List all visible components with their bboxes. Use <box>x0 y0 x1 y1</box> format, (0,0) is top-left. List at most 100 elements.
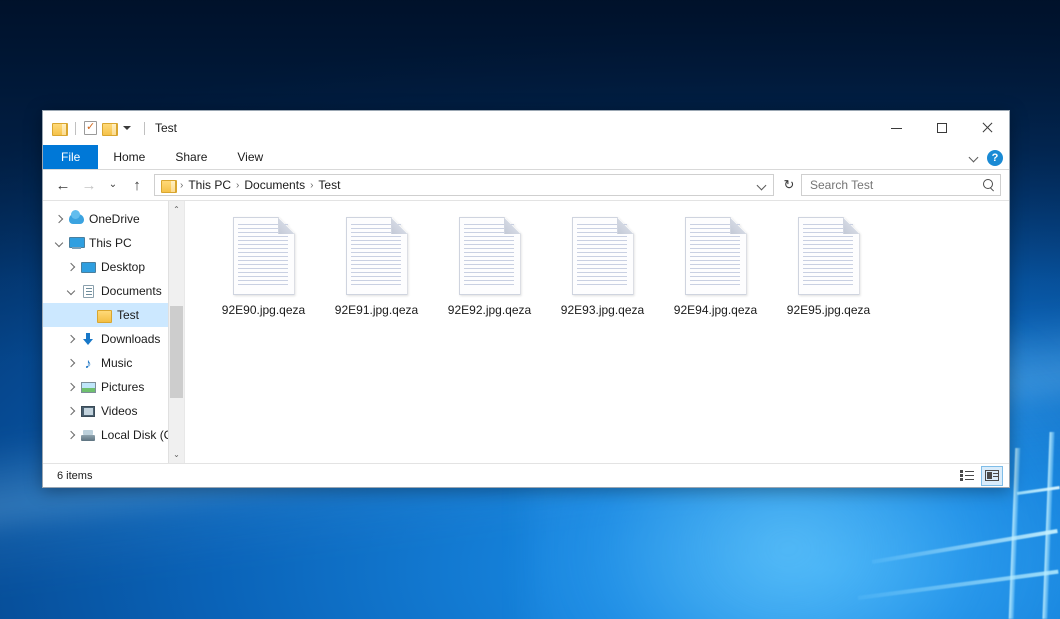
music-icon: ♪ <box>79 356 97 370</box>
tab-home[interactable]: Home <box>98 145 160 169</box>
large-icons-view-button[interactable] <box>981 466 1003 486</box>
tab-view[interactable]: View <box>222 145 278 169</box>
large-icons-icon <box>985 470 999 481</box>
window-body: OneDrive This PC Desktop Documents <box>43 200 1009 463</box>
chevron-down-icon[interactable] <box>970 153 979 162</box>
refresh-button[interactable]: ↻ <box>779 174 799 196</box>
chevron-right-icon[interactable] <box>63 408 79 414</box>
sidebar-item-onedrive[interactable]: OneDrive <box>43 207 184 231</box>
search-box[interactable] <box>801 174 1001 196</box>
scroll-up-icon[interactable]: ⌃ <box>169 201 185 218</box>
tab-file[interactable]: File <box>43 145 98 169</box>
generic-document-icon <box>798 217 860 295</box>
window-title: Test <box>155 121 177 135</box>
address-bar-row: ← → ⌄ ↑ › This PC › Documents › Test ↻ <box>43 170 1009 200</box>
tab-share[interactable]: Share <box>160 145 222 169</box>
desktop-background: Test File Home Share View ? ← → ⌄ ↑ <box>0 0 1060 619</box>
sidebar-item-desktop[interactable]: Desktop <box>43 255 184 279</box>
title-bar: Test <box>43 111 1009 145</box>
divider <box>75 122 76 135</box>
scrollbar-thumb[interactable] <box>170 306 183 398</box>
sidebar-item-label: Documents <box>101 284 162 298</box>
sidebar-item-test[interactable]: Test <box>43 303 184 327</box>
breadcrumb-item-documents[interactable]: Documents <box>240 178 309 192</box>
list-item[interactable]: 92E91.jpg.qeza <box>320 215 433 318</box>
sidebar-item-pictures[interactable]: Pictures <box>43 375 184 399</box>
list-item[interactable]: 92E93.jpg.qeza <box>546 215 659 318</box>
sidebar-item-documents[interactable]: Documents <box>43 279 184 303</box>
breadcrumb-item-test[interactable]: Test <box>314 178 344 192</box>
sidebar-item-label: Videos <box>101 404 137 418</box>
item-count-label: 6 items <box>57 470 92 482</box>
navigation-pane: OneDrive This PC Desktop Documents <box>43 201 185 463</box>
minimize-icon <box>891 128 902 129</box>
chevron-right-icon[interactable] <box>63 264 79 270</box>
status-bar: 6 items <box>43 463 1009 487</box>
file-name-label: 92E93.jpg.qeza <box>558 302 647 318</box>
forward-button[interactable]: → <box>77 173 101 197</box>
search-input[interactable] <box>810 178 983 192</box>
generic-document-icon <box>572 217 634 295</box>
sidebar-item-this-pc[interactable]: This PC <box>43 231 184 255</box>
minimize-button[interactable] <box>874 111 919 145</box>
details-view-button[interactable] <box>956 466 978 486</box>
maximize-icon <box>937 123 947 133</box>
close-button[interactable] <box>964 111 1009 145</box>
new-folder-icon[interactable] <box>102 122 117 135</box>
navigation-scrollbar[interactable]: ⌃ ⌄ <box>168 201 184 463</box>
sidebar-item-label: OneDrive <box>89 212 140 226</box>
back-button[interactable]: ← <box>51 173 75 197</box>
sidebar-item-music[interactable]: ♪ Music <box>43 351 184 375</box>
list-item[interactable]: 92E95.jpg.qeza <box>772 215 885 318</box>
breadcrumb-item-this-pc[interactable]: This PC <box>184 178 235 192</box>
list-item[interactable]: 92E94.jpg.qeza <box>659 215 772 318</box>
recent-locations-button[interactable]: ⌄ <box>103 173 123 197</box>
generic-document-icon <box>685 217 747 295</box>
scroll-down-icon[interactable]: ⌄ <box>169 446 185 463</box>
chevron-right-icon[interactable] <box>51 216 67 222</box>
file-list-view[interactable]: 92E90.jpg.qeza 92E91.jpg.qeza 92E92.jpg.… <box>185 201 1009 463</box>
address-bar[interactable]: › This PC › Documents › Test <box>154 174 774 196</box>
videos-icon <box>79 406 97 417</box>
maximize-button[interactable] <box>919 111 964 145</box>
computer-icon <box>67 237 85 249</box>
scrollbar-track[interactable] <box>169 218 185 446</box>
chevron-right-icon[interactable] <box>63 336 79 342</box>
list-item[interactable]: 92E90.jpg.qeza <box>207 215 320 318</box>
ribbon-tabs: File Home Share View ? <box>43 145 1009 170</box>
chevron-right-icon[interactable] <box>63 432 79 438</box>
file-name-label: 92E92.jpg.qeza <box>445 302 534 318</box>
chevron-down-icon[interactable] <box>63 288 79 294</box>
up-button[interactable]: ↑ <box>125 173 149 197</box>
folder-icon[interactable] <box>52 122 67 135</box>
chevron-down-icon[interactable] <box>51 240 67 246</box>
sidebar-item-label: Pictures <box>101 380 144 394</box>
window-controls <box>874 111 1009 145</box>
file-name-label: 92E90.jpg.qeza <box>219 302 308 318</box>
properties-checkmark-icon[interactable] <box>84 121 97 135</box>
sidebar-item-local-disk[interactable]: Local Disk (C:) <box>43 423 184 447</box>
document-icon <box>79 285 97 298</box>
chevron-down-icon <box>758 181 767 190</box>
sidebar-item-label: Downloads <box>101 332 160 346</box>
chevron-right-icon[interactable] <box>63 360 79 366</box>
list-item[interactable]: 92E92.jpg.qeza <box>433 215 546 318</box>
breadcrumb: › This PC › Documents › Test <box>179 178 753 192</box>
details-list-icon <box>960 470 974 481</box>
help-icon[interactable]: ? <box>987 150 1003 166</box>
sidebar-item-label: Test <box>117 308 139 322</box>
sidebar-item-label: This PC <box>89 236 132 250</box>
chevron-right-icon[interactable] <box>63 384 79 390</box>
chevron-down-icon[interactable] <box>123 126 131 130</box>
quick-access-toolbar <box>43 121 145 135</box>
file-name-label: 92E91.jpg.qeza <box>332 302 421 318</box>
generic-document-icon <box>459 217 521 295</box>
disk-icon <box>79 430 97 441</box>
search-icon[interactable] <box>983 179 996 192</box>
folder-icon <box>95 310 113 321</box>
sidebar-item-videos[interactable]: Videos <box>43 399 184 423</box>
desktop-icon <box>79 262 97 273</box>
address-dropdown-button[interactable] <box>753 181 771 190</box>
generic-document-icon <box>346 217 408 295</box>
sidebar-item-downloads[interactable]: Downloads <box>43 327 184 351</box>
